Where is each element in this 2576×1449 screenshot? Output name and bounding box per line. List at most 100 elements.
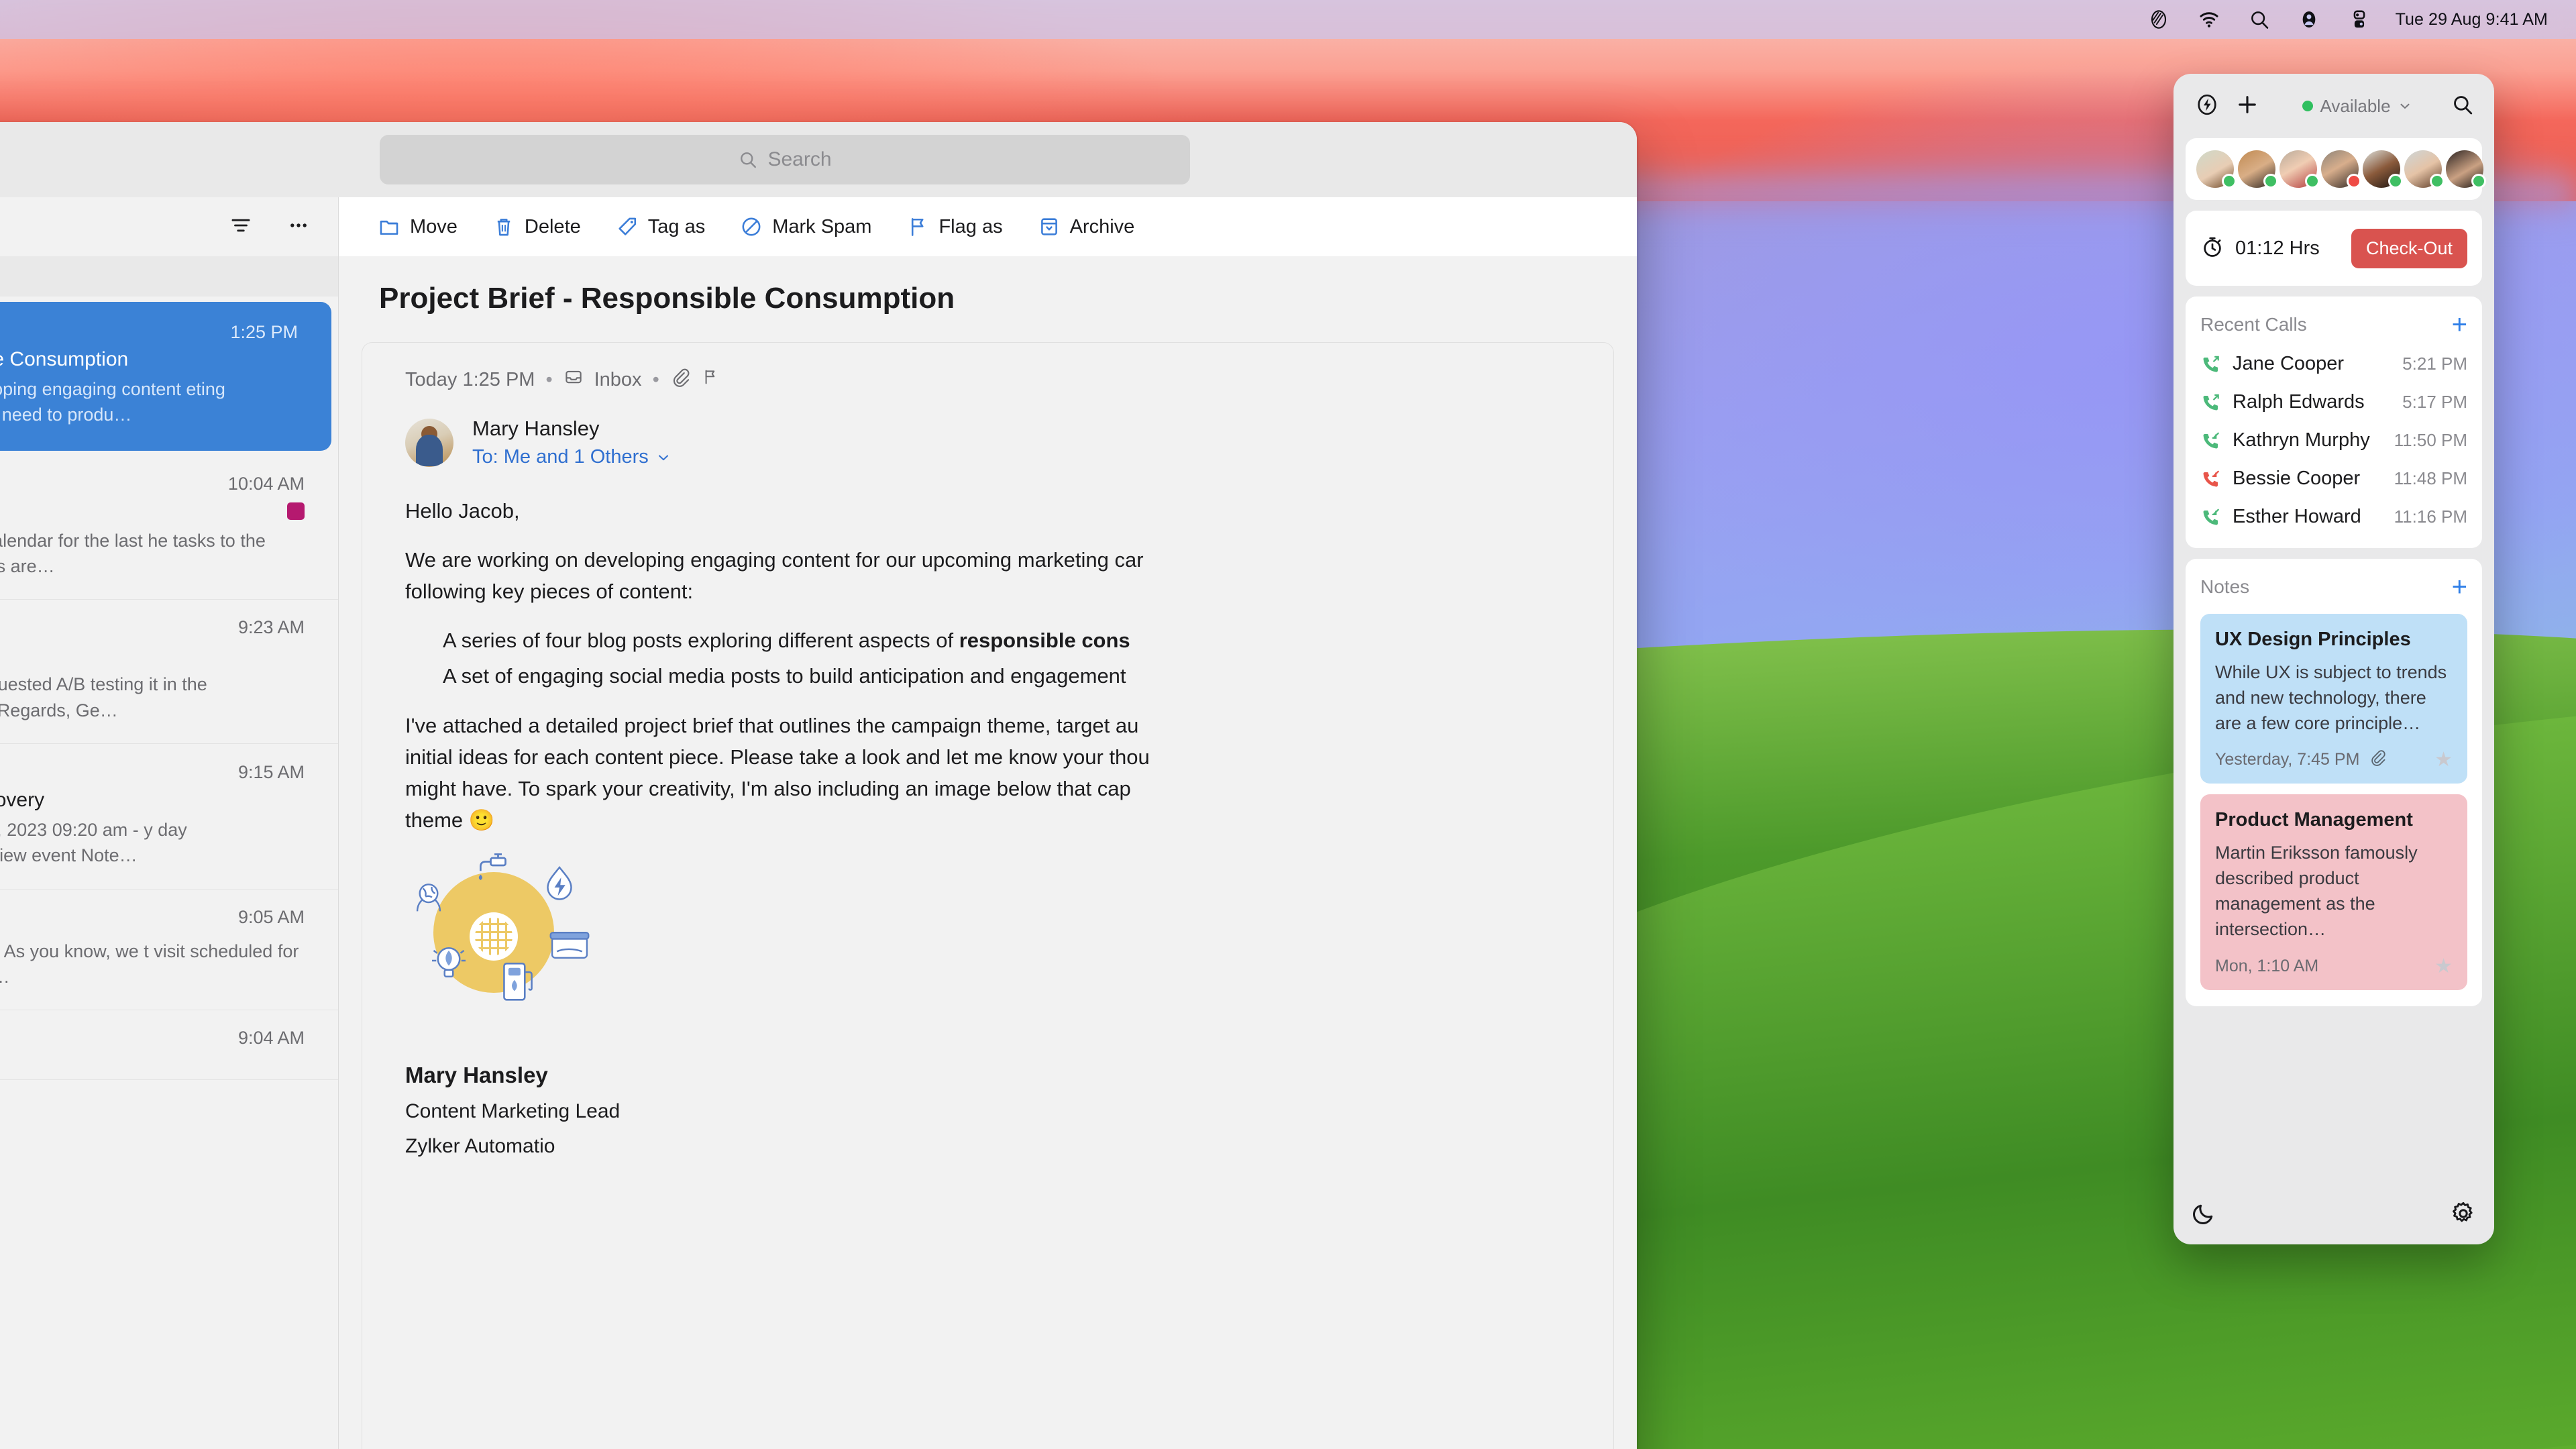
settings-gear-icon[interactable] [2450,1200,2477,1230]
spam-slash-icon [742,217,761,236]
mark-spam-button[interactable]: Mark Spam [722,197,889,256]
incoming-call-icon [2203,432,2219,448]
lightning-bolt-icon[interactable] [2188,93,2226,120]
signature-name: Mary Hansley [405,1062,548,1087]
avatar[interactable] [2279,150,2320,189]
message-list-pane: d Today 1:25 PM f - Responsible Consumpt… [0,197,339,1449]
caller-name: Ralph Edwards [2233,391,2365,413]
moon-dark-mode-icon[interactable] [2191,1201,2216,1230]
folder-move-icon [380,220,398,235]
note-item[interactable]: UX Design Principles While UX is subject… [2200,614,2467,784]
more-options-icon[interactable] [287,214,310,240]
message-scroll-region[interactable]: Project Brief - Responsible Consumption … [339,256,1637,1449]
team-status-panel: Available 01:12 Hrs Check-Out Recent Cal… [2174,74,2494,1244]
body-list-item-2: A set of engaging social media posts to … [443,660,1570,692]
archive-button[interactable]: Archive [1020,197,1152,256]
hands-holding-earth-icon [416,883,441,912]
list-item-time: 9:04 AM [237,1028,305,1049]
team-avatars-row [2186,138,2486,200]
flag-as-label: Flag as [938,215,1003,237]
recipients-label: To: Me and 1 Others [472,446,649,468]
list-item[interactable]: 9:04 AM [0,1010,338,1081]
food-container-icon [549,931,590,959]
recent-calls-card: Recent Calls + Jane Cooper 5:21 PM Ralph… [2186,297,2482,548]
status-selector[interactable]: Available [2302,96,2412,117]
stopwatch-icon [2200,235,2224,262]
trash-icon [497,219,511,236]
note-item[interactable]: Product Management Martin Eriksson famou… [2200,794,2467,990]
attachment-paperclip-icon[interactable] [670,367,690,392]
list-item[interactable]: Bessie Cooper 11:48 PM [2186,460,2482,498]
add-note-button[interactable]: + [2452,574,2467,600]
body-paragraph-1-line-2: following key pieces of content: [405,580,694,604]
check-out-button[interactable]: Check-Out [2351,228,2467,268]
list-item[interactable]: Esther Howard 11:16 PM [2186,498,2482,536]
body-paragraph-1-line-1: We are working on developing engaging co… [405,548,1144,572]
presence-dot [2430,174,2445,189]
presence-dot [2347,174,2361,189]
move-button[interactable]: Move [360,197,475,256]
avatar[interactable] [2321,150,2361,189]
plus-icon [2239,95,2256,113]
message-card: Today 1:25 PM • Inbox • Mary Hansley To:… [362,342,1614,1449]
list-item[interactable]: 9:05 AM re all doing well. As you know, … [0,890,338,1011]
mail-app-window: Search d Today 1:25 PM [0,122,1637,1449]
spotlight-search-icon[interactable] [2235,0,2284,39]
presence-dot [2388,174,2403,189]
avatar[interactable] [2238,150,2278,189]
control-center-icon[interactable] [2134,0,2184,39]
note-title: UX Design Principles [2215,629,2411,650]
body-paragraph-2-line-3: might have. To spark your creativity, I'… [405,776,1131,800]
note-timestamp: Mon, 1:10 AM [2215,956,2319,975]
list-item[interactable]: Ralph Edwards 5:17 PM [2186,383,2482,421]
note-body: While UX is subject to trends and new te… [2215,662,2447,733]
note-footer: Yesterday, 7:45 PM ★ [2215,748,2453,771]
attachment-paperclip-icon[interactable] [2369,749,2386,771]
add-button[interactable] [2226,93,2269,120]
list-item-preview: with you the requested A/B testing it in… [0,674,207,720]
list-item[interactable]: 10:04 AM dar d the editorial calendar fo… [0,456,338,600]
avatar[interactable] [2196,150,2237,189]
panel-search-button[interactable] [2446,93,2479,119]
search-input[interactable]: Search [380,135,1190,184]
tag-as-button[interactable]: Tag as [598,197,722,256]
panel-footer [2174,1185,2494,1244]
tag-icon [619,217,636,235]
flag-as-button[interactable]: Flag as [889,197,1020,256]
page-title: Project Brief - Responsible Consumption [339,256,1637,342]
message-list-header: d [0,197,338,256]
presence-dot [2471,174,2486,189]
message-flag-icon[interactable] [701,368,720,392]
avatar[interactable] [2446,150,2486,189]
delete-button[interactable]: Delete [475,197,598,256]
macos-menu-bar: Tue 29 Aug 9:41 AM [0,0,2576,39]
list-item-subject: : Product Discovery [0,788,45,811]
flag-icon [912,218,924,236]
sender-name: Mary Hansley [472,417,600,440]
energy-drop-icon [547,865,572,900]
note-title: Product Management [2215,809,2413,831]
outgoing-call-icon [2203,394,2219,410]
tag-as-label: Tag as [647,215,706,237]
avatar[interactable] [2404,150,2445,189]
user-account-icon[interactable] [2284,0,2334,39]
wifi-icon[interactable] [2184,0,2235,39]
list-item[interactable]: Kathryn Murphy 11:50 PM [2186,421,2482,460]
sort-filter-icon[interactable] [229,214,252,240]
list-item[interactable]: Jane Cooper 5:21 PM [2186,345,2482,383]
list-item[interactable]: 9:23 AM Handbook with you the requested … [0,600,338,744]
water-tap-icon [478,853,506,880]
incoming-call-icon [2203,508,2219,525]
add-call-button[interactable]: + [2452,311,2467,338]
favorite-star-icon[interactable]: ★ [2434,748,2453,771]
list-item[interactable]: calendar.com 9:15 AM : Product Discovery… [0,744,338,890]
recipients-toggle[interactable]: To: Me and 1 Others [472,446,672,468]
list-item-subject: f - Responsible Consumption [0,348,129,370]
menu-bar-clock[interactable]: Tue 29 Aug 9:41 AM [2385,10,2552,30]
list-item[interactable]: 1:25 PM f - Responsible Consumption orki… [0,302,331,451]
avatar[interactable] [2363,150,2403,189]
favorite-star-icon[interactable]: ★ [2434,955,2453,978]
body-paragraph-2-line-4: theme 🙂 [405,808,495,832]
battery-icon[interactable] [2334,0,2385,39]
body-paragraph-2-line-1: I've attached a detailed project brief t… [405,713,1139,737]
